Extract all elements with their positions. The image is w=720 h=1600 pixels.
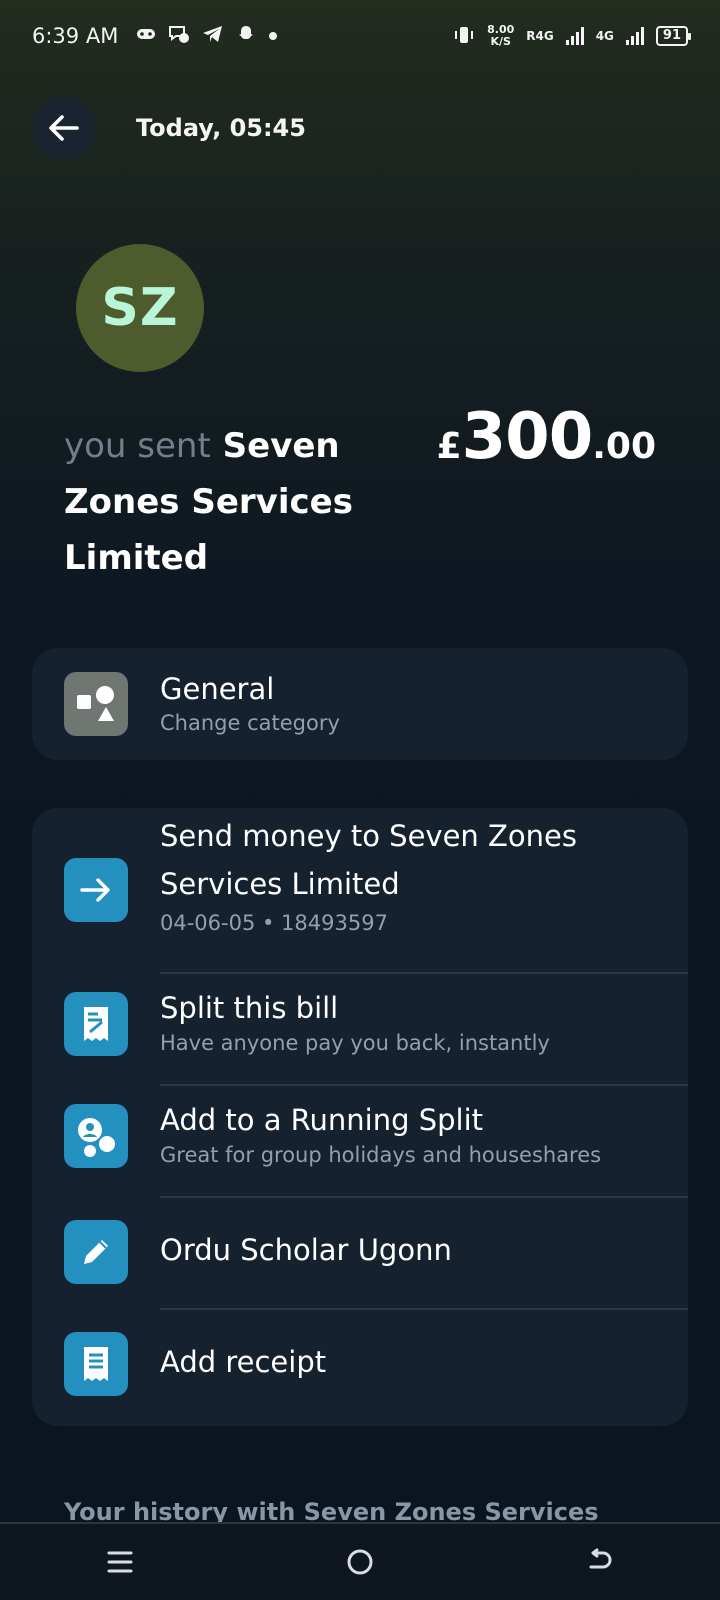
back-curve-icon <box>589 1548 612 1569</box>
send-money-title: Send money to Seven Zones Services Limit… <box>160 819 577 901</box>
add-receipt-row[interactable]: Add receipt <box>32 1310 688 1422</box>
status-left: 6:39 AM <box>32 24 278 49</box>
notes-row[interactable]: Ordu Scholar Ugonn <box>32 1198 688 1310</box>
chat-icon <box>168 24 190 49</box>
sent-prefix: you sent <box>64 426 211 466</box>
arrow-left-icon <box>49 115 79 141</box>
home-button[interactable] <box>330 1532 390 1592</box>
category-text: General Change category <box>160 670 672 738</box>
amount-minor: .00 <box>592 426 656 467</box>
account-details: 04-06-05 • 18493597 <box>160 911 388 935</box>
avatar: SZ <box>76 244 204 372</box>
system-nav-bar <box>0 1522 720 1600</box>
arrow-right-icon <box>64 858 128 922</box>
running-split-row[interactable]: Add to a Running Split Great for group h… <box>32 1086 688 1198</box>
split-bill-subtitle: Have anyone pay you back, instantly <box>160 1031 550 1055</box>
sim2-signal-icon <box>625 27 644 45</box>
category-row[interactable]: General Change category <box>32 648 688 760</box>
back-nav-button[interactable] <box>570 1532 630 1592</box>
group-icon <box>64 1104 128 1168</box>
notes-text: Ordu Scholar Ugonn <box>160 1230 672 1270</box>
category-card[interactable]: General Change category <box>32 648 688 760</box>
split-bill-icon <box>64 992 128 1056</box>
page-title: Today, 05:45 <box>136 114 306 142</box>
sim2-label: 4G <box>595 29 614 43</box>
currency-symbol: £ <box>436 426 462 467</box>
battery-icon: 91 <box>655 26 692 46</box>
home-circle-icon <box>347 1549 373 1575</box>
split-bill-row[interactable]: Split this bill Have anyone pay you back… <box>32 974 688 1086</box>
running-split-title: Add to a Running Split <box>160 1103 484 1137</box>
battery-level: 91 <box>662 28 681 43</box>
menu-icon <box>107 1551 133 1573</box>
notification-dot-icon <box>268 26 278 46</box>
split-bill-text: Split this bill Have anyone pay you back… <box>160 988 672 1058</box>
status-time: 6:39 AM <box>32 24 119 48</box>
send-money-row[interactable]: Send money to Seven Zones Services Limit… <box>32 808 688 968</box>
amount-major: 300 <box>461 400 594 474</box>
running-split-subtitle: Great for group holidays and houseshares <box>160 1143 602 1167</box>
telegram-icon <box>202 24 224 49</box>
receipt-icon <box>64 1332 128 1396</box>
header: Today, 05:45 <box>32 96 306 160</box>
back-button[interactable] <box>32 96 96 160</box>
actions-card: Send money to Seven Zones Services Limit… <box>32 808 688 1426</box>
sim1-label: R4G <box>526 29 554 43</box>
add-receipt-text: Add receipt <box>160 1342 672 1382</box>
category-subtitle: Change category <box>160 711 340 735</box>
net-speed-unit: K/S <box>490 35 511 48</box>
notes-title: Ordu Scholar Ugonn <box>160 1233 452 1267</box>
net-speed: 8.00 K/S <box>487 24 514 48</box>
running-split-text: Add to a Running Split Great for group h… <box>160 1100 672 1170</box>
sim1-signal-icon <box>565 27 584 45</box>
gamepad-icon <box>136 26 156 46</box>
split-bill-title: Split this bill <box>160 991 339 1025</box>
send-money-text: Send money to Seven Zones Services Limit… <box>160 812 672 938</box>
shapes-icon <box>64 672 128 736</box>
add-receipt-title: Add receipt <box>160 1345 327 1379</box>
transaction-description: you sent Seven Zones Services Limited <box>64 418 394 586</box>
recents-button[interactable] <box>90 1532 150 1592</box>
avatar-initials: SZ <box>101 278 179 338</box>
transaction-amount: £ 300 .00 <box>437 400 656 474</box>
pencil-icon <box>64 1220 128 1284</box>
status-bar: 6:39 AM 8.00 K/S R4G 4G 91 <box>0 0 720 72</box>
status-right: 8.00 K/S R4G 4G 91 <box>453 24 692 48</box>
snapchat-icon <box>236 24 256 49</box>
category-title: General <box>160 672 275 706</box>
vibrate-icon <box>453 25 475 48</box>
